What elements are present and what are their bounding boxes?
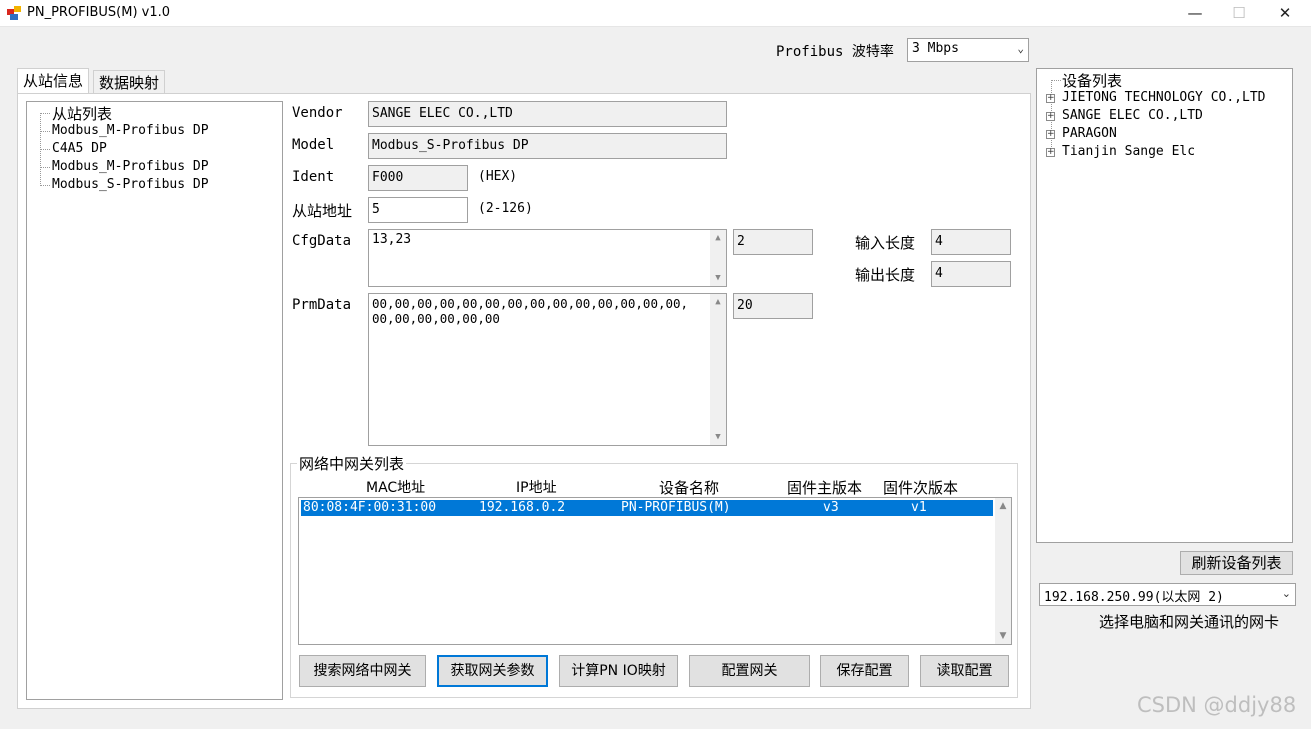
slave-tree[interactable]: 从站列表 Modbus_M-Profibus DP C4A5 DP Modbus… <box>26 101 283 700</box>
baud-label: Profibus 波特率 <box>776 44 894 60</box>
plus-icon[interactable]: + <box>1046 112 1055 121</box>
column-header-ip[interactable]: IP地址 <box>516 477 557 497</box>
column-header-mac[interactable]: MAC地址 <box>366 477 425 497</box>
close-button[interactable]: ✕ <box>1262 0 1308 27</box>
prmdata-scrollbar[interactable]: ▲ ▼ <box>710 294 726 445</box>
column-header-device-name[interactable]: 设备名称 <box>659 477 719 498</box>
get-gateway-params-button[interactable]: 获取网关参数 <box>437 655 548 687</box>
row-mac: 80:08:4F:00:31:00 <box>303 500 437 515</box>
device-tree[interactable]: 设备列表 + JIETONG TECHNOLOGY CO.,LTD + SANG… <box>1036 68 1293 543</box>
tree-line <box>40 113 50 114</box>
cfgdata-scrollbar[interactable]: ▲ ▼ <box>710 230 726 286</box>
slave-tree-item[interactable]: Modbus_S-Profibus DP <box>52 177 209 192</box>
chevron-down-icon[interactable]: ▼ <box>710 270 726 286</box>
device-tree-item[interactable]: Tianjin Sange Elc <box>1062 144 1195 159</box>
slave-address-field[interactable]: 5 <box>368 197 468 223</box>
row-fw-minor: v1 <box>911 500 927 515</box>
prmdata-count-field[interactable]: 20 <box>733 293 813 319</box>
output-length-label: 输出长度 <box>855 266 916 284</box>
slave-tree-root[interactable]: 从站列表 <box>52 103 112 124</box>
plus-icon[interactable]: + <box>1046 94 1055 103</box>
slave-tree-item[interactable]: Modbus_M-Profibus DP <box>52 159 209 174</box>
vendor-label: Vendor <box>292 105 343 121</box>
slave-address-hint: (2-126) <box>478 201 533 216</box>
nic-value: 192.168.250.99(以太网 2) <box>1044 590 1224 605</box>
refresh-device-list-button[interactable]: 刷新设备列表 <box>1180 551 1293 575</box>
gateway-list[interactable]: 80:08:4F:00:31:00 192.168.0.2 PN-PROFIBU… <box>298 497 1012 645</box>
nic-select[interactable]: 192.168.250.99(以太网 2) ⌄ <box>1039 583 1296 606</box>
chevron-up-icon[interactable]: ▲ <box>710 230 726 246</box>
chevron-down-icon[interactable]: ▼ <box>995 628 1011 644</box>
app-icon <box>7 6 21 20</box>
prmdata-text-line: 00,00,00,00,00,00 <box>372 311 500 326</box>
baud-value: 3 Mbps <box>912 41 959 56</box>
device-tree-root[interactable]: 设备列表 <box>1062 70 1122 91</box>
slave-address-label: 从站地址 <box>292 202 353 220</box>
input-length-label: 输入长度 <box>855 234 916 252</box>
minimize-button[interactable]: — <box>1172 0 1218 27</box>
gateway-group-label: 网络中网关列表 <box>297 453 407 474</box>
model-label: Model <box>292 137 335 153</box>
device-tree-item[interactable]: SANGE ELEC CO.,LTD <box>1062 108 1203 123</box>
row-device-name: PN-PROFIBUS(M) <box>621 500 731 515</box>
prmdata-textarea[interactable]: 00,00,00,00,00,00,00,00,00,00,00,00,00,0… <box>368 293 727 446</box>
watermark: CSDN @ddjy88 <box>1137 693 1297 717</box>
slave-tree-item[interactable]: C4A5 DP <box>52 141 107 156</box>
output-length-field[interactable]: 4 <box>931 261 1011 287</box>
prmdata-label: PrmData <box>292 297 352 313</box>
read-config-button[interactable]: 读取配置 <box>920 655 1009 687</box>
column-header-fw-major[interactable]: 固件主版本 <box>787 477 862 498</box>
ident-label: Ident <box>292 169 335 185</box>
column-header-fw-minor[interactable]: 固件次版本 <box>883 477 958 498</box>
cfgdata-count-field[interactable]: 2 <box>733 229 813 255</box>
tab-data-mapping[interactable]: 数据映射 <box>93 70 166 94</box>
tree-line <box>1051 80 1061 81</box>
maximize-button[interactable]: ☐ <box>1216 0 1262 27</box>
tree-line <box>40 167 50 168</box>
input-length-field[interactable]: 4 <box>931 229 1011 255</box>
cfgdata-text: 13,23 <box>372 232 412 247</box>
calc-pnio-mapping-button[interactable]: 计算PN IO映射 <box>559 655 678 687</box>
ident-field[interactable]: F000 <box>368 165 468 191</box>
search-gateway-button[interactable]: 搜索网络中网关 <box>299 655 426 687</box>
baud-select[interactable]: 3 Mbps ⌄ <box>907 38 1029 62</box>
device-tree-item[interactable]: JIETONG TECHNOLOGY CO.,LTD <box>1062 90 1266 105</box>
tab-slave-info[interactable]: 从站信息 <box>17 68 90 94</box>
tree-line <box>40 149 50 150</box>
cfgdata-label: CfgData <box>292 233 352 249</box>
nic-hint: 选择电脑和网关通讯的网卡 <box>1099 613 1280 631</box>
tree-line <box>40 131 50 132</box>
configure-gateway-button[interactable]: 配置网关 <box>689 655 810 687</box>
row-ip: 192.168.0.2 <box>479 500 566 515</box>
gateway-list-scrollbar[interactable]: ▲ ▼ <box>995 498 1011 644</box>
table-row[interactable]: 80:08:4F:00:31:00 192.168.0.2 PN-PROFIBU… <box>301 500 993 516</box>
chevron-down-icon: ⌄ <box>1281 587 1291 600</box>
chevron-down-icon[interactable]: ▼ <box>710 429 726 445</box>
plus-icon[interactable]: + <box>1046 148 1055 157</box>
chevron-up-icon[interactable]: ▲ <box>710 294 726 310</box>
save-config-button[interactable]: 保存配置 <box>820 655 909 687</box>
chevron-down-icon: ⌄ <box>1017 42 1024 55</box>
device-tree-item[interactable]: PARAGON <box>1062 126 1117 141</box>
title-bar <box>0 0 1311 27</box>
vendor-field[interactable]: SANGE ELEC CO.,LTD <box>368 101 727 127</box>
plus-icon[interactable]: + <box>1046 130 1055 139</box>
cfgdata-textarea[interactable]: 13,23 ▲ ▼ <box>368 229 727 287</box>
row-fw-major: v3 <box>823 500 839 515</box>
chevron-up-icon[interactable]: ▲ <box>995 498 1011 514</box>
ident-hint: (HEX) <box>478 169 518 184</box>
prmdata-text-line: 00,00,00,00,00,00,00,00,00,00,00,00,00,0… <box>372 296 689 311</box>
slave-tree-item[interactable]: Modbus_M-Profibus DP <box>52 123 209 138</box>
window-title: PN_PROFIBUS(M) v1.0 <box>27 5 171 20</box>
tree-line <box>40 185 50 186</box>
model-field[interactable]: Modbus_S-Profibus DP <box>368 133 727 159</box>
